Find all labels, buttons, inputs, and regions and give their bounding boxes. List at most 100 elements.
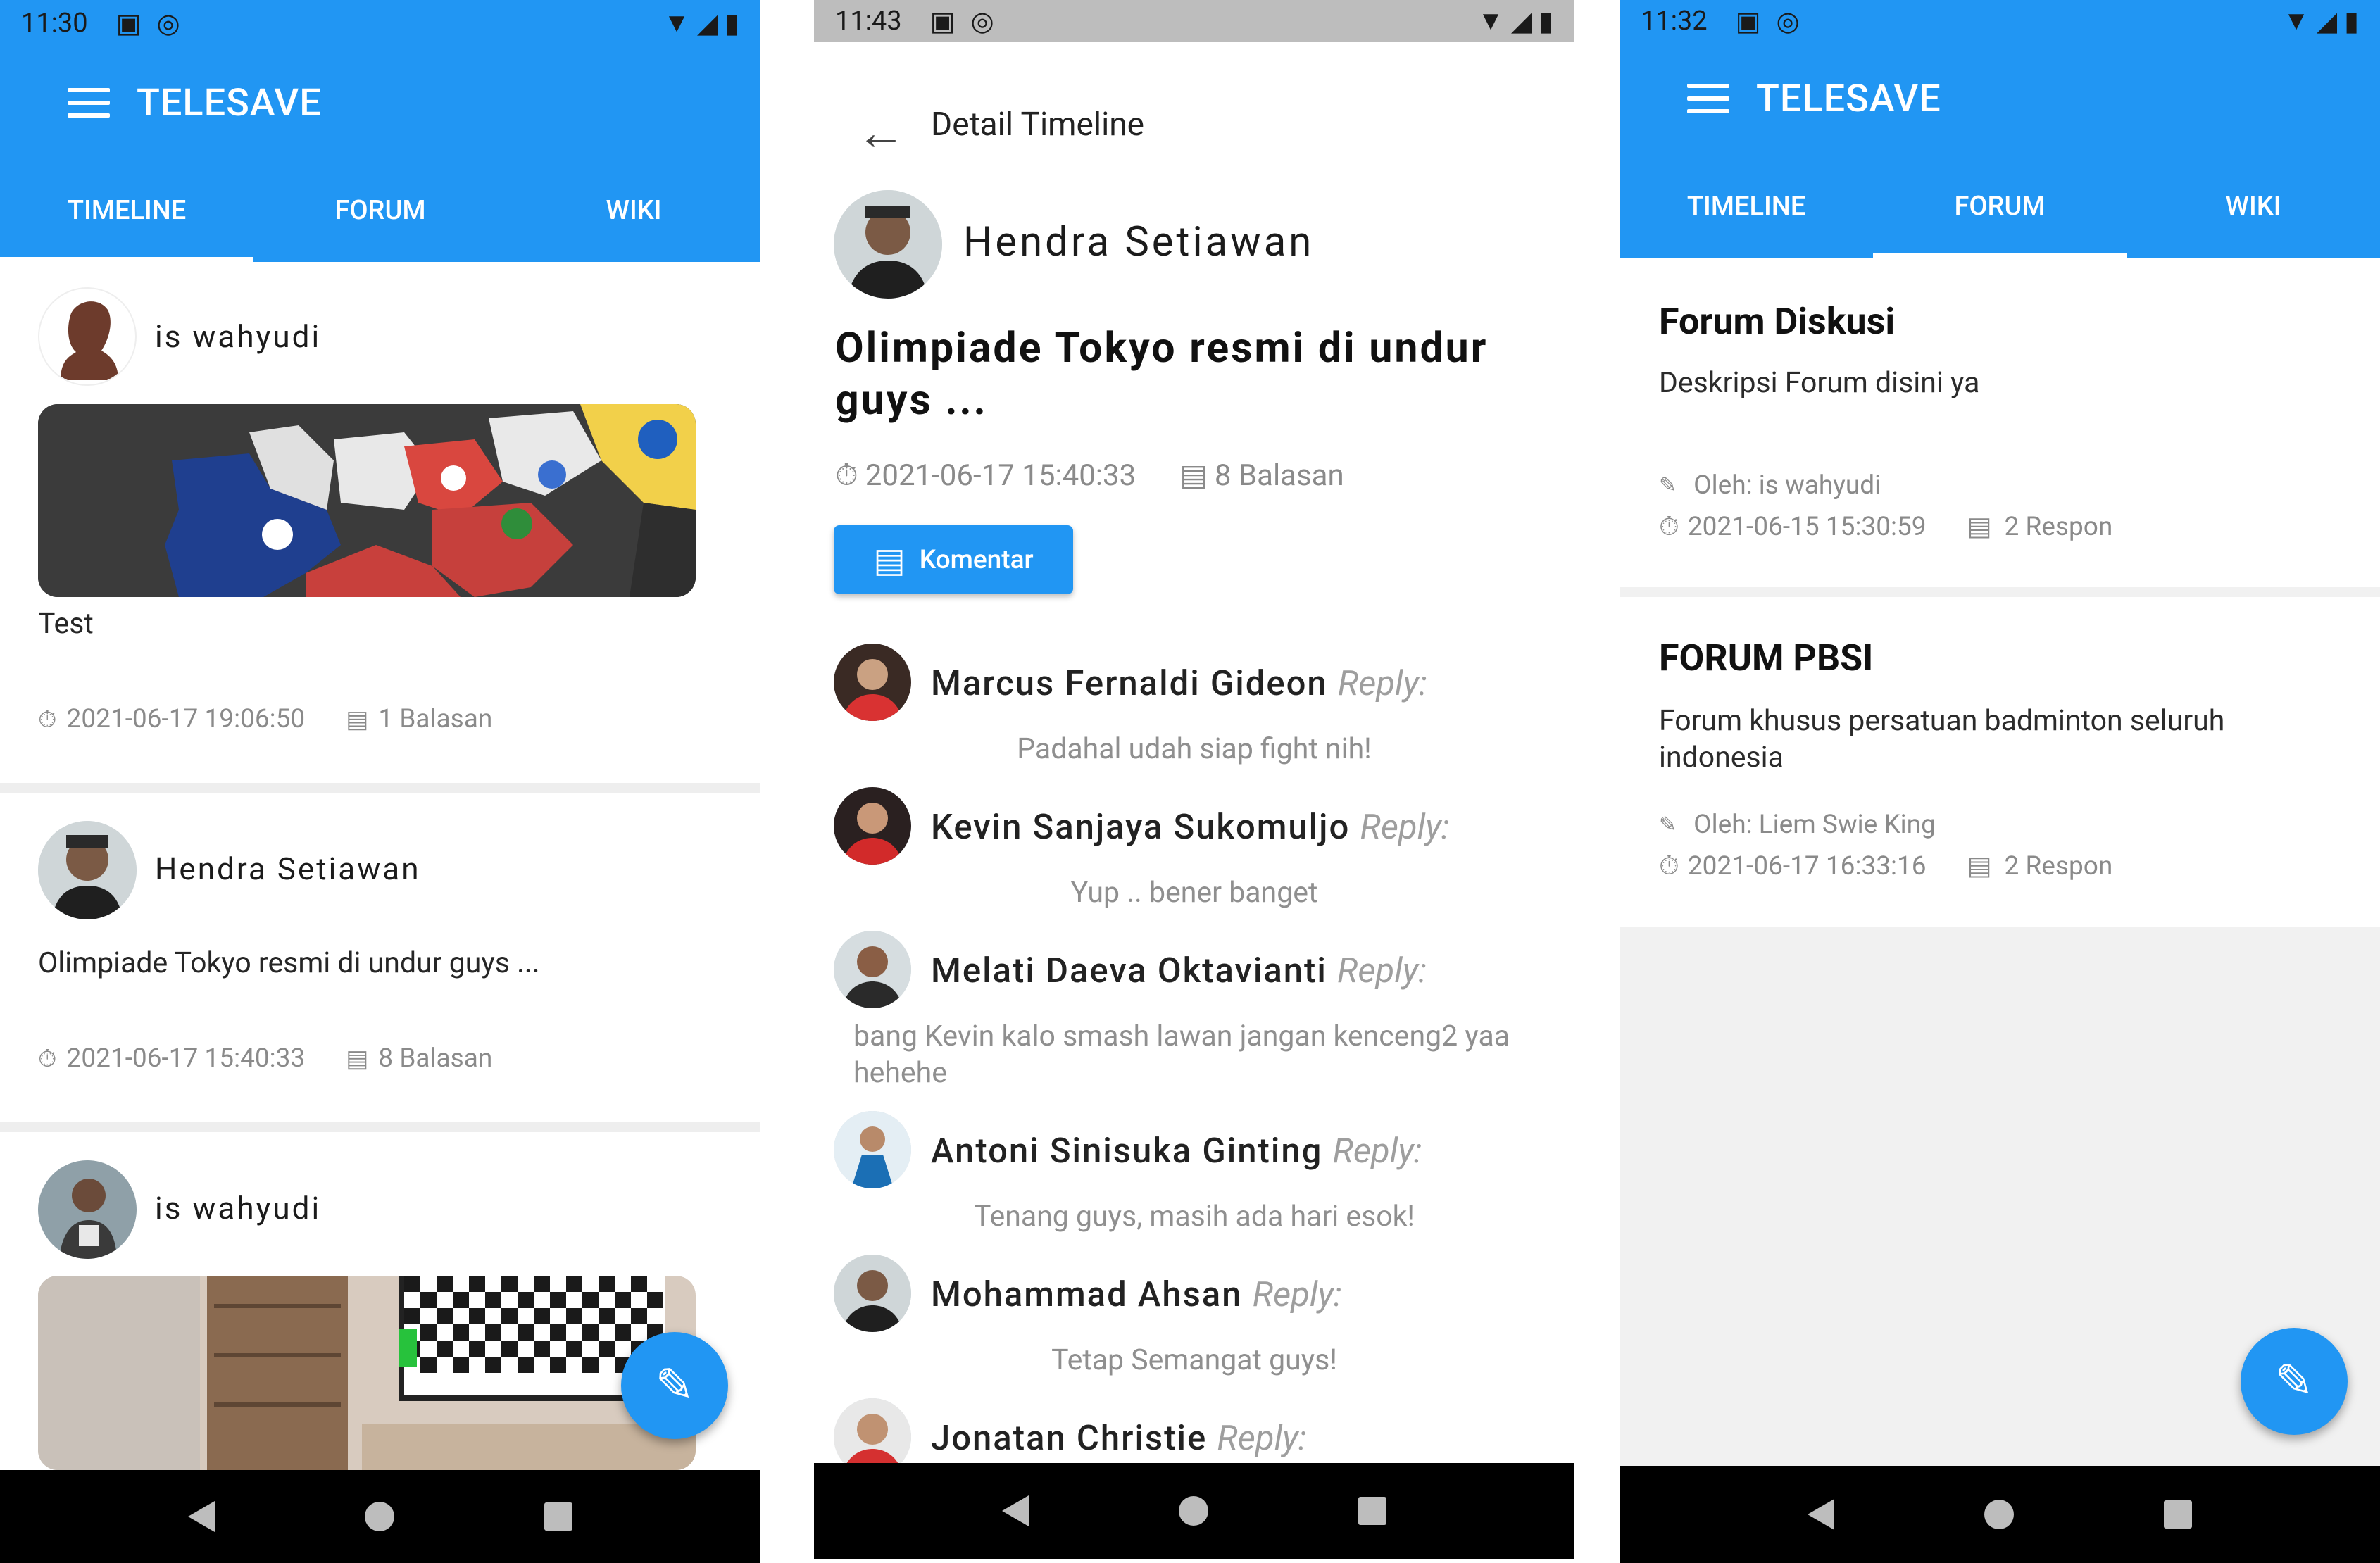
post-replies: 8 Balasan [378, 1043, 493, 1074]
nav-bar [0, 1470, 760, 1563]
back-nav-icon[interactable] [187, 1501, 215, 1532]
edit-fab[interactable]: ✎ [2241, 1328, 2348, 1435]
recents-nav-icon[interactable] [2164, 1500, 2193, 1529]
menu-icon[interactable] [1687, 84, 1729, 113]
divider [0, 783, 760, 793]
tab-forum[interactable]: FORUM [253, 159, 507, 262]
recents-nav-icon[interactable] [1358, 1497, 1387, 1525]
nav-bar [1620, 1466, 2380, 1563]
comment-text: Padahal udah siap fight nih! [1017, 732, 1372, 766]
tab-wiki[interactable]: WIKI [2127, 155, 2380, 258]
edit-icon: ✎ [655, 1359, 694, 1413]
status-icons: ▼ ◢ ▮ [1477, 6, 1553, 37]
battery-icon: ▮ [725, 8, 739, 39]
menu-icon[interactable] [68, 88, 110, 118]
timeline-post[interactable]: is wahyudi Test ⏱ 2021-06-17 19:06:50 ▤ … [0, 262, 760, 783]
comment-text: Tenang guys, masih ada hari esok! [973, 1200, 1415, 1234]
status-icons: ▼ ◢ ▮ [2283, 6, 2359, 37]
tab-timeline[interactable]: TIMELINE [1620, 155, 1873, 258]
tab-bar: TIMELINE FORUM WIKI [1620, 155, 2380, 258]
forum-meta: ⏱ 2021-06-17 16:33:16 ▤ 2 Respon [1659, 850, 2113, 882]
timeline-post[interactable]: Hendra Setiawan Olimpiade Tokyo resmi di… [0, 793, 760, 1122]
post-author: is wahyudi [155, 318, 322, 355]
post-time: 2021-06-17 15:40:33 [66, 1043, 306, 1074]
wifi-icon: ▼ [663, 8, 690, 39]
edit-icon: ✎ [2274, 1355, 2314, 1409]
signal-icon: ◢ [2316, 6, 2338, 37]
signal-icon: ◢ [696, 8, 718, 39]
author-avatar [834, 190, 942, 299]
comment-avatar [834, 644, 911, 721]
comment-avatar [834, 1111, 911, 1188]
page-title: Detail Timeline [931, 106, 1145, 144]
comment-button[interactable]: ▤ Komentar [834, 525, 1073, 594]
comment-author: Mohammad Ahsan Reply: [931, 1274, 1342, 1314]
wifi-icon: ▼ [1477, 6, 1504, 37]
post-replies: 1 Balasan [378, 704, 493, 734]
tab-forum[interactable]: FORUM [1873, 155, 2127, 258]
forum-screen: 11:32 ▣ ◎ ▼ ◢ ▮ TELESAVE TIMELINE FORUM … [1620, 0, 2380, 1563]
status-bar: 11:32 ▣ ◎ ▼ ◢ ▮ [1620, 0, 2380, 42]
signal-icon: ◢ [1510, 6, 1532, 37]
comment-author: Melati Daeva Oktavianti Reply: [931, 950, 1427, 991]
comment-icon: ▤ [346, 1044, 369, 1073]
clock-icon: ⏱ [1659, 850, 1679, 881]
home-nav-icon[interactable] [1984, 1500, 2014, 1529]
post-time: 2021-06-17 15:40:33 [865, 458, 1136, 493]
nav-bar [814, 1463, 1574, 1559]
forum-title: FORUM PBSI [1659, 636, 1874, 679]
back-nav-icon[interactable] [1807, 1499, 1834, 1530]
forum-card[interactable]: Forum Diskusi Deskripsi Forum disini ya … [1620, 258, 2380, 587]
post-meta: ⏱ 2021-06-17 19:06:50 ▤ 1 Balasan [38, 704, 492, 734]
post-meta: ⏱ 2021-06-17 15:40:33 ▤ 8 Balasan [835, 458, 1344, 494]
sync-icon: ◎ [156, 8, 180, 39]
tab-bar: TIMELINE FORUM WIKI [0, 159, 760, 262]
back-nav-icon[interactable] [1001, 1495, 1029, 1526]
comment-text: Yup .. bener banget [1070, 876, 1318, 910]
comment-author: Jonatan Christie Reply: [931, 1418, 1307, 1458]
gallery-icon: ▣ [1735, 6, 1761, 37]
clock-icon: ⏱ [38, 705, 57, 734]
sync-icon: ◎ [970, 6, 994, 37]
forum-card[interactable]: FORUM PBSI Forum khusus persatuan badmin… [1620, 597, 2380, 927]
battery-icon: ▮ [1539, 6, 1553, 37]
comment-avatar [834, 1255, 911, 1332]
author-name: Hendra Setiawan [963, 218, 1315, 266]
comment-author: Antoni Sinisuka Ginting Reply: [931, 1131, 1422, 1171]
avatar [38, 1160, 137, 1259]
status-time: 11:32 [1641, 6, 1708, 37]
clock-icon: ⏱ [1659, 511, 1679, 542]
status-bar: 11:43 ▣ ◎ ▼ ◢ ▮ [814, 0, 1574, 42]
sync-icon: ◎ [1776, 6, 1800, 37]
post-heading: Olimpiade Tokyo resmi di undur guys ... [835, 324, 1489, 425]
status-time: 11:43 [835, 6, 902, 37]
comment-icon: ▤ [1967, 851, 1992, 881]
avatar [38, 821, 137, 919]
forum-description: Deskripsi Forum disini ya [1659, 366, 1980, 400]
app-bar: TELESAVE TIMELINE FORUM WIKI [1620, 42, 2380, 258]
edit-fab[interactable]: ✎ [621, 1332, 728, 1439]
clock-icon: ⏱ [38, 1044, 57, 1073]
forum-author: ✎ Oleh: Liem Swie King [1659, 810, 1936, 840]
post-image[interactable] [38, 1276, 696, 1470]
tab-wiki[interactable]: WIKI [507, 159, 760, 262]
post-author: Hendra Setiawan [155, 850, 421, 887]
recents-nav-icon[interactable] [544, 1502, 573, 1531]
comment-author: Kevin Sanjaya Sukomuljo Reply: [931, 807, 1450, 847]
tab-timeline[interactable]: TIMELINE [0, 159, 253, 262]
comment-avatar [834, 787, 911, 865]
gallery-icon: ▣ [115, 8, 142, 39]
post-meta: ⏱ 2021-06-17 15:40:33 ▤ 8 Balasan [38, 1043, 492, 1074]
post-time: 2021-06-17 19:06:50 [66, 704, 306, 734]
forum-meta: ⏱ 2021-06-15 15:30:59 ▤ 2 Respon [1659, 511, 2113, 543]
edit-icon: ✎ [1659, 812, 1677, 837]
post-text: Olimpiade Tokyo resmi di undur guys ... [38, 946, 540, 980]
comment-icon: ▤ [1179, 458, 1208, 493]
edit-icon: ✎ [1659, 473, 1677, 498]
home-nav-icon[interactable] [364, 1502, 394, 1531]
forum-author: ✎ Oleh: is wahyudi [1659, 470, 1881, 501]
forum-title: Forum Diskusi [1659, 300, 1896, 343]
post-image[interactable] [38, 404, 696, 597]
home-nav-icon[interactable] [1178, 1496, 1208, 1526]
back-arrow-icon[interactable]: ← [856, 104, 906, 162]
